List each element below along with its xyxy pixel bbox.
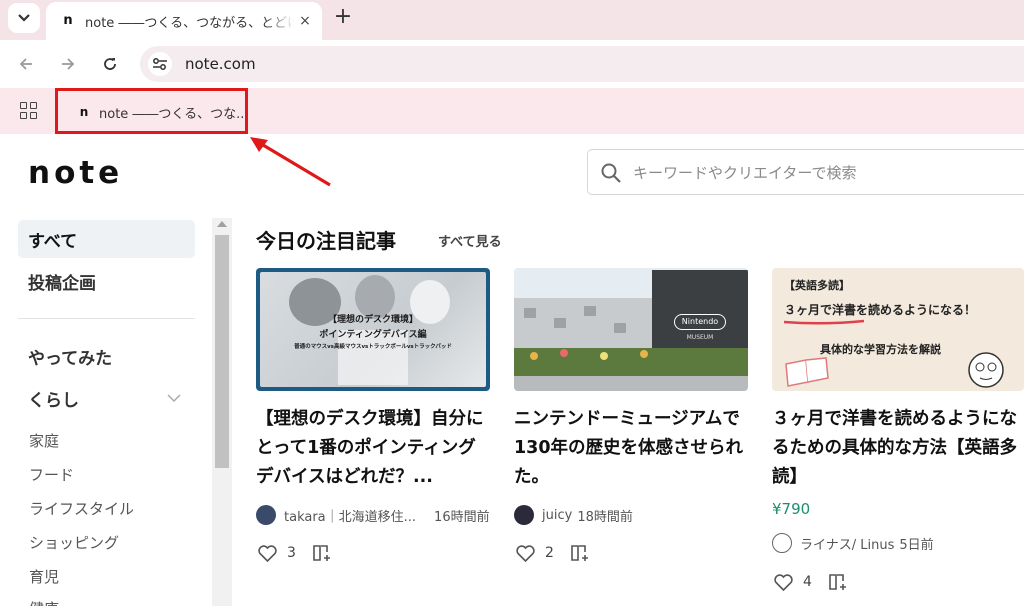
chevron-down-icon[interactable] — [166, 390, 182, 406]
arrow-left-icon — [19, 58, 32, 70]
article-thumbnail[interactable]: 【理想のデスク環境】 ポインティングデバイス編 普通のマウスvs高級マウスvsト… — [256, 268, 490, 391]
article-card[interactable]: 【理想のデスク環境】 ポインティングデバイス編 普通のマウスvs高級マウスvsト… — [256, 268, 490, 492]
reload-icon — [104, 58, 116, 70]
article-thumbnail[interactable]: Nintendo MUSEUM — [514, 268, 748, 391]
book-icon — [785, 357, 829, 387]
address-bar[interactable]: note.com — [140, 46, 1024, 82]
tab-title: note ――つくる、つながる、とどける。 — [85, 15, 295, 31]
tab-strip: n note ――つくる、つながる、とどける。 × + — [0, 0, 1024, 40]
reload-button[interactable] — [96, 50, 124, 78]
category-sidebar: すべて 投稿企画 やってみた くらし 家庭 フード ライフスタイル ショッピング… — [0, 210, 212, 606]
site-info-button[interactable] — [148, 52, 172, 76]
note-favicon-icon: n — [63, 13, 73, 28]
apps-grid-icon[interactable] — [20, 102, 38, 120]
sidebar-sub-lifestyle[interactable]: ライフスタイル — [29, 498, 134, 519]
sidebar-sub-family[interactable]: 家庭 — [29, 430, 59, 451]
arrow-right-icon — [62, 58, 75, 70]
like-count: 2 — [545, 545, 554, 561]
article-actions: 2 — [516, 544, 590, 562]
heart-icon[interactable] — [258, 544, 277, 562]
url-text: note.com — [185, 55, 256, 73]
article-actions: 4 — [774, 573, 848, 591]
see-all-link[interactable]: すべて見る — [438, 231, 502, 250]
article-title[interactable]: ニンテンドーミュージアムで130年の歴史を体感させられた。 — [514, 405, 748, 492]
like-count: 3 — [287, 545, 296, 561]
thumb-line: 普通のマウスvs高級マウスvsトラックボールvsトラックパッド — [294, 344, 452, 350]
sidebar-divider — [18, 318, 195, 319]
post-time: 16時間前 — [434, 509, 490, 525]
thumb-line: MUSEUM — [686, 334, 714, 341]
new-tab-button[interactable]: + — [331, 6, 355, 30]
thumb-line: 【理想のデスク環境】 — [327, 315, 418, 325]
sidebar-scrollbar[interactable] — [212, 218, 232, 606]
browser-tab[interactable]: n note ――つくる、つながる、とどける。 × — [46, 2, 322, 40]
thumb-line: Nintendo — [674, 314, 726, 330]
sidebar-item-contests[interactable]: 投稿企画 — [18, 262, 195, 300]
thumb-line: ３ヶ月で洋書を読めるようになる！ — [784, 303, 977, 317]
underline-mark — [784, 319, 864, 325]
author-name[interactable]: juicy — [542, 508, 572, 523]
scrollbar-thumb[interactable] — [215, 235, 229, 468]
heart-icon[interactable] — [516, 544, 535, 562]
sidebar-item-all[interactable]: すべて — [18, 220, 195, 258]
section-title: 今日の注目記事 — [256, 229, 396, 253]
author-name[interactable]: ライナス/ Linus — [800, 534, 894, 553]
magazine-add-icon[interactable] — [570, 544, 590, 562]
search-box[interactable] — [587, 149, 1024, 195]
sidebar-sub-health[interactable]: 健康 — [29, 598, 59, 606]
note-logo[interactable]: note — [28, 155, 123, 191]
search-input[interactable] — [633, 160, 1013, 186]
like-count: 4 — [803, 574, 812, 590]
thumb-line: 【英語多読】 — [784, 279, 850, 292]
avatar[interactable] — [256, 505, 276, 525]
sidebar-sub-food[interactable]: フード — [29, 464, 74, 485]
article-card[interactable]: Nintendo MUSEUM ニンテンドーミュージアムで130年の歴史を体感さ… — [514, 268, 748, 492]
browser-toolbar: note.com — [0, 40, 1024, 88]
character-icon — [968, 352, 1004, 388]
author-name[interactable]: takara｜北海道移住... — [284, 506, 416, 525]
scroll-up-arrow-icon[interactable] — [217, 221, 227, 227]
article-card[interactable]: 【英語多読】 ３ヶ月で洋書を読めるようになる！ 具体的な学習方法を解説 ３ヶ月で… — [772, 268, 1024, 492]
avatar[interactable] — [514, 505, 534, 525]
magazine-add-icon[interactable] — [828, 573, 848, 591]
sidebar-sub-shopping[interactable]: ショッピング — [29, 532, 119, 553]
sidebar-sub-parenting[interactable]: 育児 — [29, 566, 59, 587]
chevron-down-icon — [18, 14, 30, 22]
post-time: 18時間前 — [577, 509, 633, 525]
magazine-add-icon[interactable] — [312, 544, 332, 562]
article-thumbnail[interactable]: 【英語多読】 ３ヶ月で洋書を読めるようになる！ 具体的な学習方法を解説 — [772, 268, 1024, 391]
post-time: 5日前 — [899, 537, 934, 553]
article-title[interactable]: 【理想のデスク環境】自分にとって1番のポインティングデバイスはどれだ？... — [256, 405, 490, 492]
annotation-arrow-icon — [250, 137, 331, 187]
forward-button[interactable] — [54, 50, 82, 78]
highlight-box — [55, 88, 248, 134]
article-actions: 3 — [258, 544, 332, 562]
article-meta: takara｜北海道移住... 16時間前 — [256, 505, 490, 525]
search-icon — [601, 163, 621, 183]
thumb-line: ポインティングデバイス編 — [319, 330, 427, 340]
tune-icon — [153, 58, 167, 70]
back-button[interactable] — [12, 50, 40, 78]
close-icon[interactable]: × — [296, 12, 314, 30]
sidebar-item-tried[interactable]: やってみた — [18, 337, 195, 375]
article-meta: juicy 18時間前 — [514, 505, 633, 525]
thumb-line: 具体的な学習方法を解説 — [820, 343, 941, 356]
heart-icon[interactable] — [774, 573, 793, 591]
tab-search-button[interactable] — [8, 3, 40, 33]
article-title[interactable]: ３ヶ月で洋書を読めるようになるための具体的な方法【英語多読】 — [772, 405, 1024, 492]
avatar[interactable] — [772, 533, 792, 553]
article-meta: ライナス/ Linus 5日前 — [772, 533, 934, 553]
article-price: ¥790 — [772, 500, 811, 518]
